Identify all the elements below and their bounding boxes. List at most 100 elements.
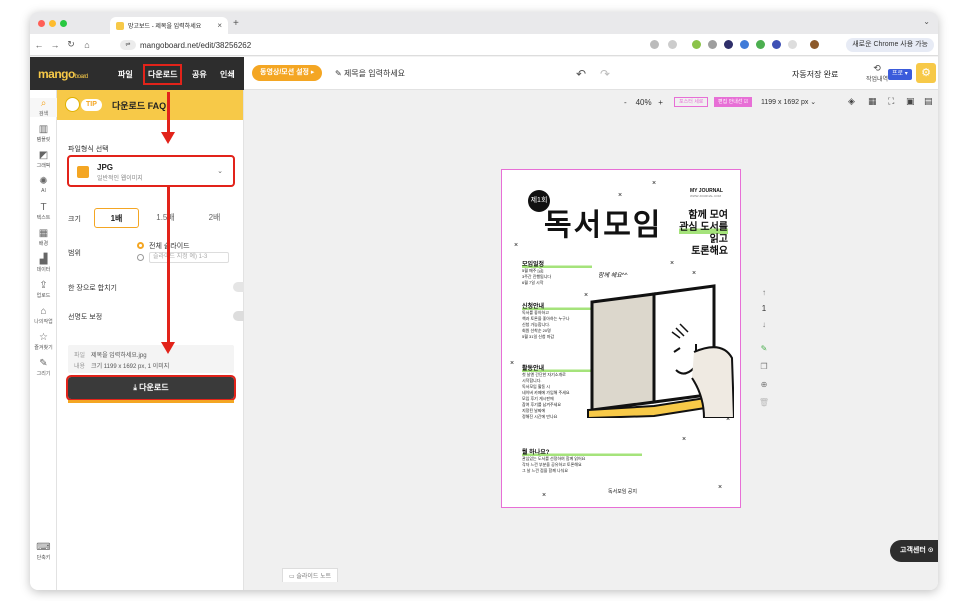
color-picker-icon[interactable]: ✎ xyxy=(758,344,770,353)
rail-label: 텍스트 xyxy=(36,215,51,221)
guide-arrow-1 xyxy=(167,92,170,134)
url-field[interactable]: ⇌ mangoboard.net/edit/38256262 xyxy=(120,38,690,52)
logo-text: mango xyxy=(38,67,75,81)
rail-item-data[interactable]: ▟ 데이터 xyxy=(30,254,57,273)
file-format-select[interactable]: JPG 일반적인 웹이미지 ⌄ xyxy=(67,155,235,187)
extension-icon[interactable] xyxy=(724,40,733,49)
new-tab-button[interactable]: + xyxy=(233,18,239,29)
menu-print[interactable]: 인쇄 xyxy=(220,69,235,80)
menu-file[interactable]: 파일 xyxy=(118,69,133,80)
reload-icon[interactable]: ↻ xyxy=(64,39,78,50)
decor-x: × xyxy=(670,260,675,267)
duplicate-page-icon[interactable]: ❐ xyxy=(758,362,770,371)
pro-badge[interactable]: 프로 ▾ xyxy=(888,69,912,80)
range-custom-input[interactable]: 슬라이드 지정 예) 1-3 xyxy=(149,252,229,263)
rail-label: AI xyxy=(41,188,46,194)
download-button[interactable]: ⤓ 다운로드 xyxy=(66,375,236,403)
zoom-control[interactable]: - 40% + xyxy=(624,98,663,107)
rail-label: 업로드 xyxy=(36,293,51,299)
left-tool-rail: ⌕ 검색 ▥ 템플릿 ◩ 그래픽 ✺ AI T 텍스트 ▦ 배경 ▟ 데이터 ⇪ 업로드 ⌂ 나의… xyxy=(30,90,57,590)
size-option-1-5x[interactable]: 1.5배 xyxy=(143,208,188,228)
delete-page-icon[interactable]: 🗑 xyxy=(758,398,770,407)
forward-icon[interactable]: → xyxy=(48,40,62,50)
undo-icon[interactable]: ↶ xyxy=(576,67,586,81)
site-info-icon[interactable]: ⇌ xyxy=(120,40,136,50)
translate-icon[interactable] xyxy=(650,40,659,49)
merge-label: 한 장으로 합치기 xyxy=(68,285,117,292)
autosave-status: 자동저장 완료 xyxy=(792,70,839,79)
extension-icon[interactable] xyxy=(708,40,717,49)
extension-icon[interactable] xyxy=(772,40,781,49)
size-option-2x[interactable]: 2배 xyxy=(192,208,237,228)
preview-icon[interactable]: ▣ xyxy=(906,96,915,107)
what-section: 뭘 하나요? 관심있는 도서를 선정하여 함께 읽어요 각자 느낀 부분을 공유… xyxy=(522,450,642,474)
extension-icon[interactable] xyxy=(740,40,749,49)
data-icon: ▟ xyxy=(39,254,48,265)
rail-item-text[interactable]: T 텍스트 xyxy=(30,202,57,221)
range-all-radio[interactable] xyxy=(137,242,144,249)
slide-note-tab[interactable]: ▭ 슬라이드 노트 xyxy=(282,568,339,582)
minimize-window-icon[interactable] xyxy=(49,20,56,27)
decor-x: × xyxy=(584,292,589,299)
rail-item-favorites[interactable]: ☆ 즐겨찾기 xyxy=(30,332,57,351)
maximize-window-icon[interactable] xyxy=(60,20,67,27)
grid-icon[interactable]: ▦ xyxy=(868,96,877,107)
range-label: 범위 xyxy=(68,250,81,257)
canvas-toolbar: - 40% + 포스터 세로 편집 안내선 ☑ 1199 x 1692 px ⌄… xyxy=(244,90,938,114)
poster-title: 독서모임 xyxy=(544,209,663,242)
schedule-line: 6월 7일 시작 xyxy=(522,280,544,285)
layers-icon[interactable]: ◈ xyxy=(848,96,855,107)
zoom-out-button[interactable]: - xyxy=(624,98,627,107)
rail-item-upload[interactable]: ⇪ 업로드 xyxy=(30,280,57,299)
back-icon[interactable]: ← xyxy=(32,40,46,50)
browser-tab-bar: 망고보드 - 제목을 입력하세요 × + ⌄ xyxy=(30,12,938,34)
guide-arrow-2 xyxy=(167,187,170,344)
rail-item-shortcuts[interactable]: ⌨ 단축키 xyxy=(30,542,57,561)
rail-item-graphic[interactable]: ◩ 그래픽 xyxy=(30,150,57,169)
settings-gear-icon[interactable]: ⚙ xyxy=(916,63,936,83)
poster-type-badge[interactable]: 포스터 세로 xyxy=(674,97,709,107)
rail-item-draw[interactable]: ✎ 그리기 xyxy=(30,358,57,377)
extension-icon[interactable] xyxy=(756,40,765,49)
guide-lines-toggle[interactable]: 편집 안내선 ☑ xyxy=(714,97,753,107)
chrome-update-button[interactable]: 새로운 Chrome 사용 가능 xyxy=(846,38,934,52)
guide-lines-label: 편집 안내선 xyxy=(718,99,743,105)
fullscreen-icon[interactable]: ⛶ xyxy=(888,96,894,107)
canvas-dimensions[interactable]: 1199 x 1692 px ⌄ xyxy=(761,98,816,106)
page-up-icon[interactable]: ↑ xyxy=(758,288,770,297)
menu-download[interactable]: 다운로드 xyxy=(142,64,183,85)
graphic-icon: ◩ xyxy=(38,150,49,161)
pro-label: 프로 xyxy=(892,71,904,77)
bookmark-star-icon[interactable] xyxy=(668,40,677,49)
tab-search-icon[interactable]: ⌄ xyxy=(923,17,930,26)
extensions-puzzle-icon[interactable] xyxy=(788,40,797,49)
extension-icon[interactable] xyxy=(692,40,701,49)
range-custom-radio[interactable] xyxy=(137,254,144,261)
close-window-icon[interactable] xyxy=(38,20,45,27)
poster-canvas[interactable]: 제1회 독서모임 MY JOURNAL WWW.JOURNAL.COM 함께 모… xyxy=(501,169,741,508)
page-down-icon[interactable]: ↓ xyxy=(758,320,770,329)
info-value: 크기 1199 x 1692 px, 1 이미지 xyxy=(91,364,170,370)
animation-settings-button[interactable]: 동영상/모션 설정 ▸ xyxy=(252,65,323,81)
document-title-input[interactable]: ✎ 제목을 입력하세요 xyxy=(335,68,405,79)
rail-item-search[interactable]: ⌕ 검색 xyxy=(30,98,57,117)
menu-share[interactable]: 공유 xyxy=(192,69,207,80)
tab-close-icon[interactable]: × xyxy=(217,21,222,30)
download-faq-banner[interactable]: TIP 다운로드 FAQ xyxy=(57,90,243,120)
profile-avatar[interactable] xyxy=(810,40,819,49)
pages-grid-icon[interactable]: ▤ xyxy=(924,96,933,107)
rail-label: 그래픽 xyxy=(36,163,51,169)
rail-item-template[interactable]: ▥ 템플릿 xyxy=(30,124,57,143)
browser-tab[interactable]: 망고보드 - 제목을 입력하세요 × xyxy=(110,17,228,34)
mangoboard-logo[interactable]: mangoboard xyxy=(38,67,88,81)
home-icon[interactable]: ⌂ xyxy=(80,40,94,50)
rail-item-background[interactable]: ▦ 배경 xyxy=(30,228,57,247)
rail-item-ai[interactable]: ✺ AI xyxy=(30,176,57,194)
size-option-1x[interactable]: 1배 xyxy=(94,208,139,228)
add-page-icon[interactable]: ⊕ xyxy=(758,380,770,389)
redo-icon[interactable]: ↷ xyxy=(600,67,610,81)
customer-center-button[interactable]: 고객센터 ⊙ xyxy=(890,540,938,562)
history-button[interactable]: ⟲ 작업내역 xyxy=(866,63,888,83)
rail-item-mywork[interactable]: ⌂ 나의작업 xyxy=(30,306,57,325)
zoom-in-button[interactable]: + xyxy=(658,98,663,107)
